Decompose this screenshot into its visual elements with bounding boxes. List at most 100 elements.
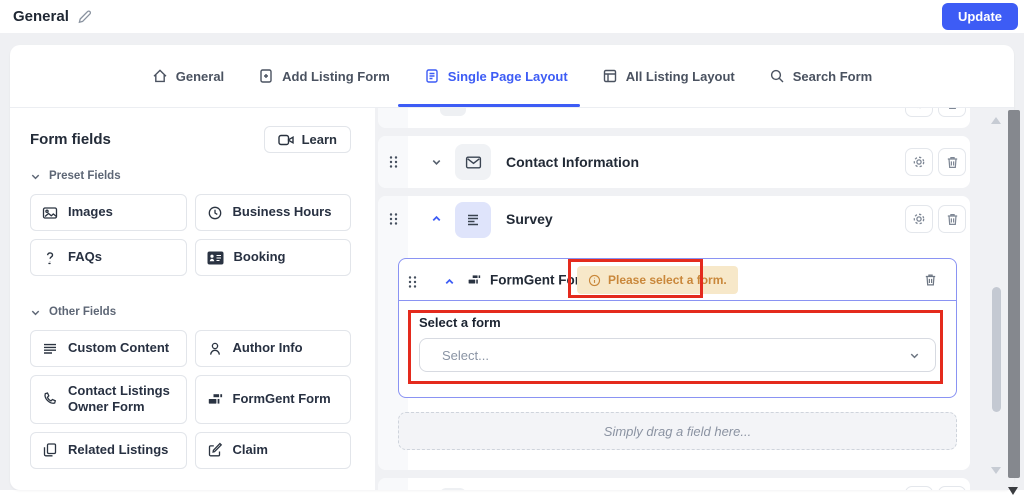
topbar: General Update xyxy=(0,0,1024,33)
video-camera-icon xyxy=(278,133,295,147)
learn-button[interactable]: Learn xyxy=(264,126,351,153)
field-label: Images xyxy=(68,204,113,220)
trash-icon[interactable] xyxy=(938,486,966,490)
drag-handle-icon[interactable] xyxy=(408,276,417,289)
chevron-down-icon xyxy=(908,349,921,362)
image-icon xyxy=(42,205,58,221)
page-scrollbar-down-arrow[interactable] xyxy=(1008,487,1018,495)
other-fields-toggle[interactable]: Other Fields xyxy=(30,306,351,318)
drag-handle-icon[interactable] xyxy=(389,213,398,226)
file-plus-icon xyxy=(258,68,274,84)
chevron-down-icon[interactable] xyxy=(430,156,443,169)
select-form-label: Select a form xyxy=(419,315,501,330)
document-icon xyxy=(424,68,440,84)
select-placeholder: Select... xyxy=(442,348,489,363)
settings-button[interactable] xyxy=(905,148,933,176)
field-card-author-info[interactable]: Author Info xyxy=(195,330,352,367)
trash-icon[interactable] xyxy=(938,205,966,233)
person-icon xyxy=(207,341,223,357)
field-label: FAQs xyxy=(68,249,102,265)
tab-label: General xyxy=(176,69,224,84)
field-type-iconbox xyxy=(440,488,466,490)
formgent-form-panel: FormGent Form Please select a form. Sele… xyxy=(398,258,957,398)
form-select-dropdown[interactable]: Select... xyxy=(419,338,936,372)
tab-label: Single Page Layout xyxy=(448,69,568,84)
chevron-down-icon xyxy=(30,171,41,182)
builder-row-partial-bottom[interactable] xyxy=(378,478,970,490)
scroll-up-arrow[interactable] xyxy=(991,117,1001,124)
main-card: General Add Listing Form Single Page Lay… xyxy=(10,45,1014,490)
tab-label: Add Listing Form xyxy=(282,69,390,84)
learn-label: Learn xyxy=(302,132,337,147)
field-label: FormGent Form xyxy=(233,391,331,407)
layout-builder-canvas: Contact Information Survey xyxy=(375,108,1014,490)
edit-pencil-icon[interactable] xyxy=(77,9,93,25)
settings-button[interactable] xyxy=(905,108,933,117)
field-label: Claim xyxy=(233,442,268,458)
scroll-down-arrow[interactable] xyxy=(991,467,1001,474)
preset-fields-toggle[interactable]: Preset Fields xyxy=(30,170,351,182)
builder-row-partial-top[interactable] xyxy=(378,108,970,128)
formgent-header[interactable]: FormGent Form Please select a form. xyxy=(399,259,956,301)
field-label: Business Hours xyxy=(233,204,332,220)
field-card-related-listings[interactable]: Related Listings xyxy=(30,432,187,469)
field-card-booking[interactable]: Booking xyxy=(195,239,352,276)
field-label: Related Listings xyxy=(68,442,168,458)
page-background: General Add Listing Form Single Page Lay… xyxy=(0,33,1024,490)
tab-search-form[interactable]: Search Form xyxy=(769,45,872,107)
form-fields-title: Form fields xyxy=(30,131,111,148)
tab-general[interactable]: General xyxy=(152,45,224,107)
phone-icon xyxy=(42,391,58,407)
drag-field-dropzone[interactable]: Simply drag a field here... xyxy=(398,412,957,450)
chevron-up-icon[interactable] xyxy=(443,276,456,289)
field-card-contact-listings-owner-form[interactable]: Contact Listings Owner Form xyxy=(30,375,187,424)
tabbar: General Add Listing Form Single Page Lay… xyxy=(10,45,1014,108)
tab-add-listing-form[interactable]: Add Listing Form xyxy=(258,45,390,107)
field-label: Booking xyxy=(234,249,286,265)
field-label: Contact Listings Owner Form xyxy=(68,383,175,416)
group-label: Preset Fields xyxy=(49,170,121,182)
field-card-formgent-form[interactable]: FormGent Form xyxy=(195,375,352,424)
survey-header[interactable]: Survey xyxy=(378,196,970,242)
chevron-up-icon[interactable] xyxy=(430,213,443,226)
dropzone-text: Simply drag a field here... xyxy=(604,424,751,439)
tab-single-page-layout[interactable]: Single Page Layout xyxy=(424,45,568,107)
field-card-faqs[interactable]: FAQs xyxy=(30,239,187,276)
form-fields-sidebar: Form fields Learn Preset Fields Images xyxy=(10,108,375,490)
question-icon xyxy=(42,250,58,266)
update-button[interactable]: Update xyxy=(942,3,1018,30)
clock-icon xyxy=(207,205,223,221)
formgent-icon xyxy=(467,273,481,286)
edit-icon xyxy=(207,442,223,458)
layout-icon xyxy=(602,68,618,84)
builder-row-survey: Survey FormGent Form xyxy=(378,196,970,470)
page-scrollbar-thumb[interactable] xyxy=(1008,110,1020,478)
trash-icon[interactable] xyxy=(923,272,938,287)
list-icon xyxy=(455,202,491,238)
builder-row-contact-information[interactable]: Contact Information xyxy=(378,136,970,188)
trash-icon[interactable] xyxy=(938,148,966,176)
page-title: General xyxy=(13,8,69,25)
settings-button[interactable] xyxy=(905,486,933,490)
copy-icon xyxy=(42,442,58,458)
field-card-custom-content[interactable]: Custom Content xyxy=(30,330,187,367)
field-type-iconbox xyxy=(440,108,466,116)
id-card-icon xyxy=(207,251,224,265)
formgent-icon xyxy=(207,392,223,407)
tab-label: All Listing Layout xyxy=(626,69,735,84)
drag-handle-icon[interactable] xyxy=(389,156,398,169)
group-label: Other Fields xyxy=(49,306,116,318)
tab-all-listing-layout[interactable]: All Listing Layout xyxy=(602,45,735,107)
warning-badge: Please select a form. xyxy=(577,266,738,294)
tab-label: Search Form xyxy=(793,69,872,84)
warning-text: Please select a form. xyxy=(608,273,727,287)
field-label: Author Info xyxy=(233,340,303,356)
chevron-down-icon xyxy=(30,307,41,318)
trash-icon[interactable] xyxy=(938,108,966,117)
search-icon xyxy=(769,68,785,84)
field-card-business-hours[interactable]: Business Hours xyxy=(195,194,352,231)
settings-button[interactable] xyxy=(905,205,933,233)
field-card-claim[interactable]: Claim xyxy=(195,432,352,469)
inner-scrollbar-thumb[interactable] xyxy=(992,287,1001,412)
field-card-images[interactable]: Images xyxy=(30,194,187,231)
